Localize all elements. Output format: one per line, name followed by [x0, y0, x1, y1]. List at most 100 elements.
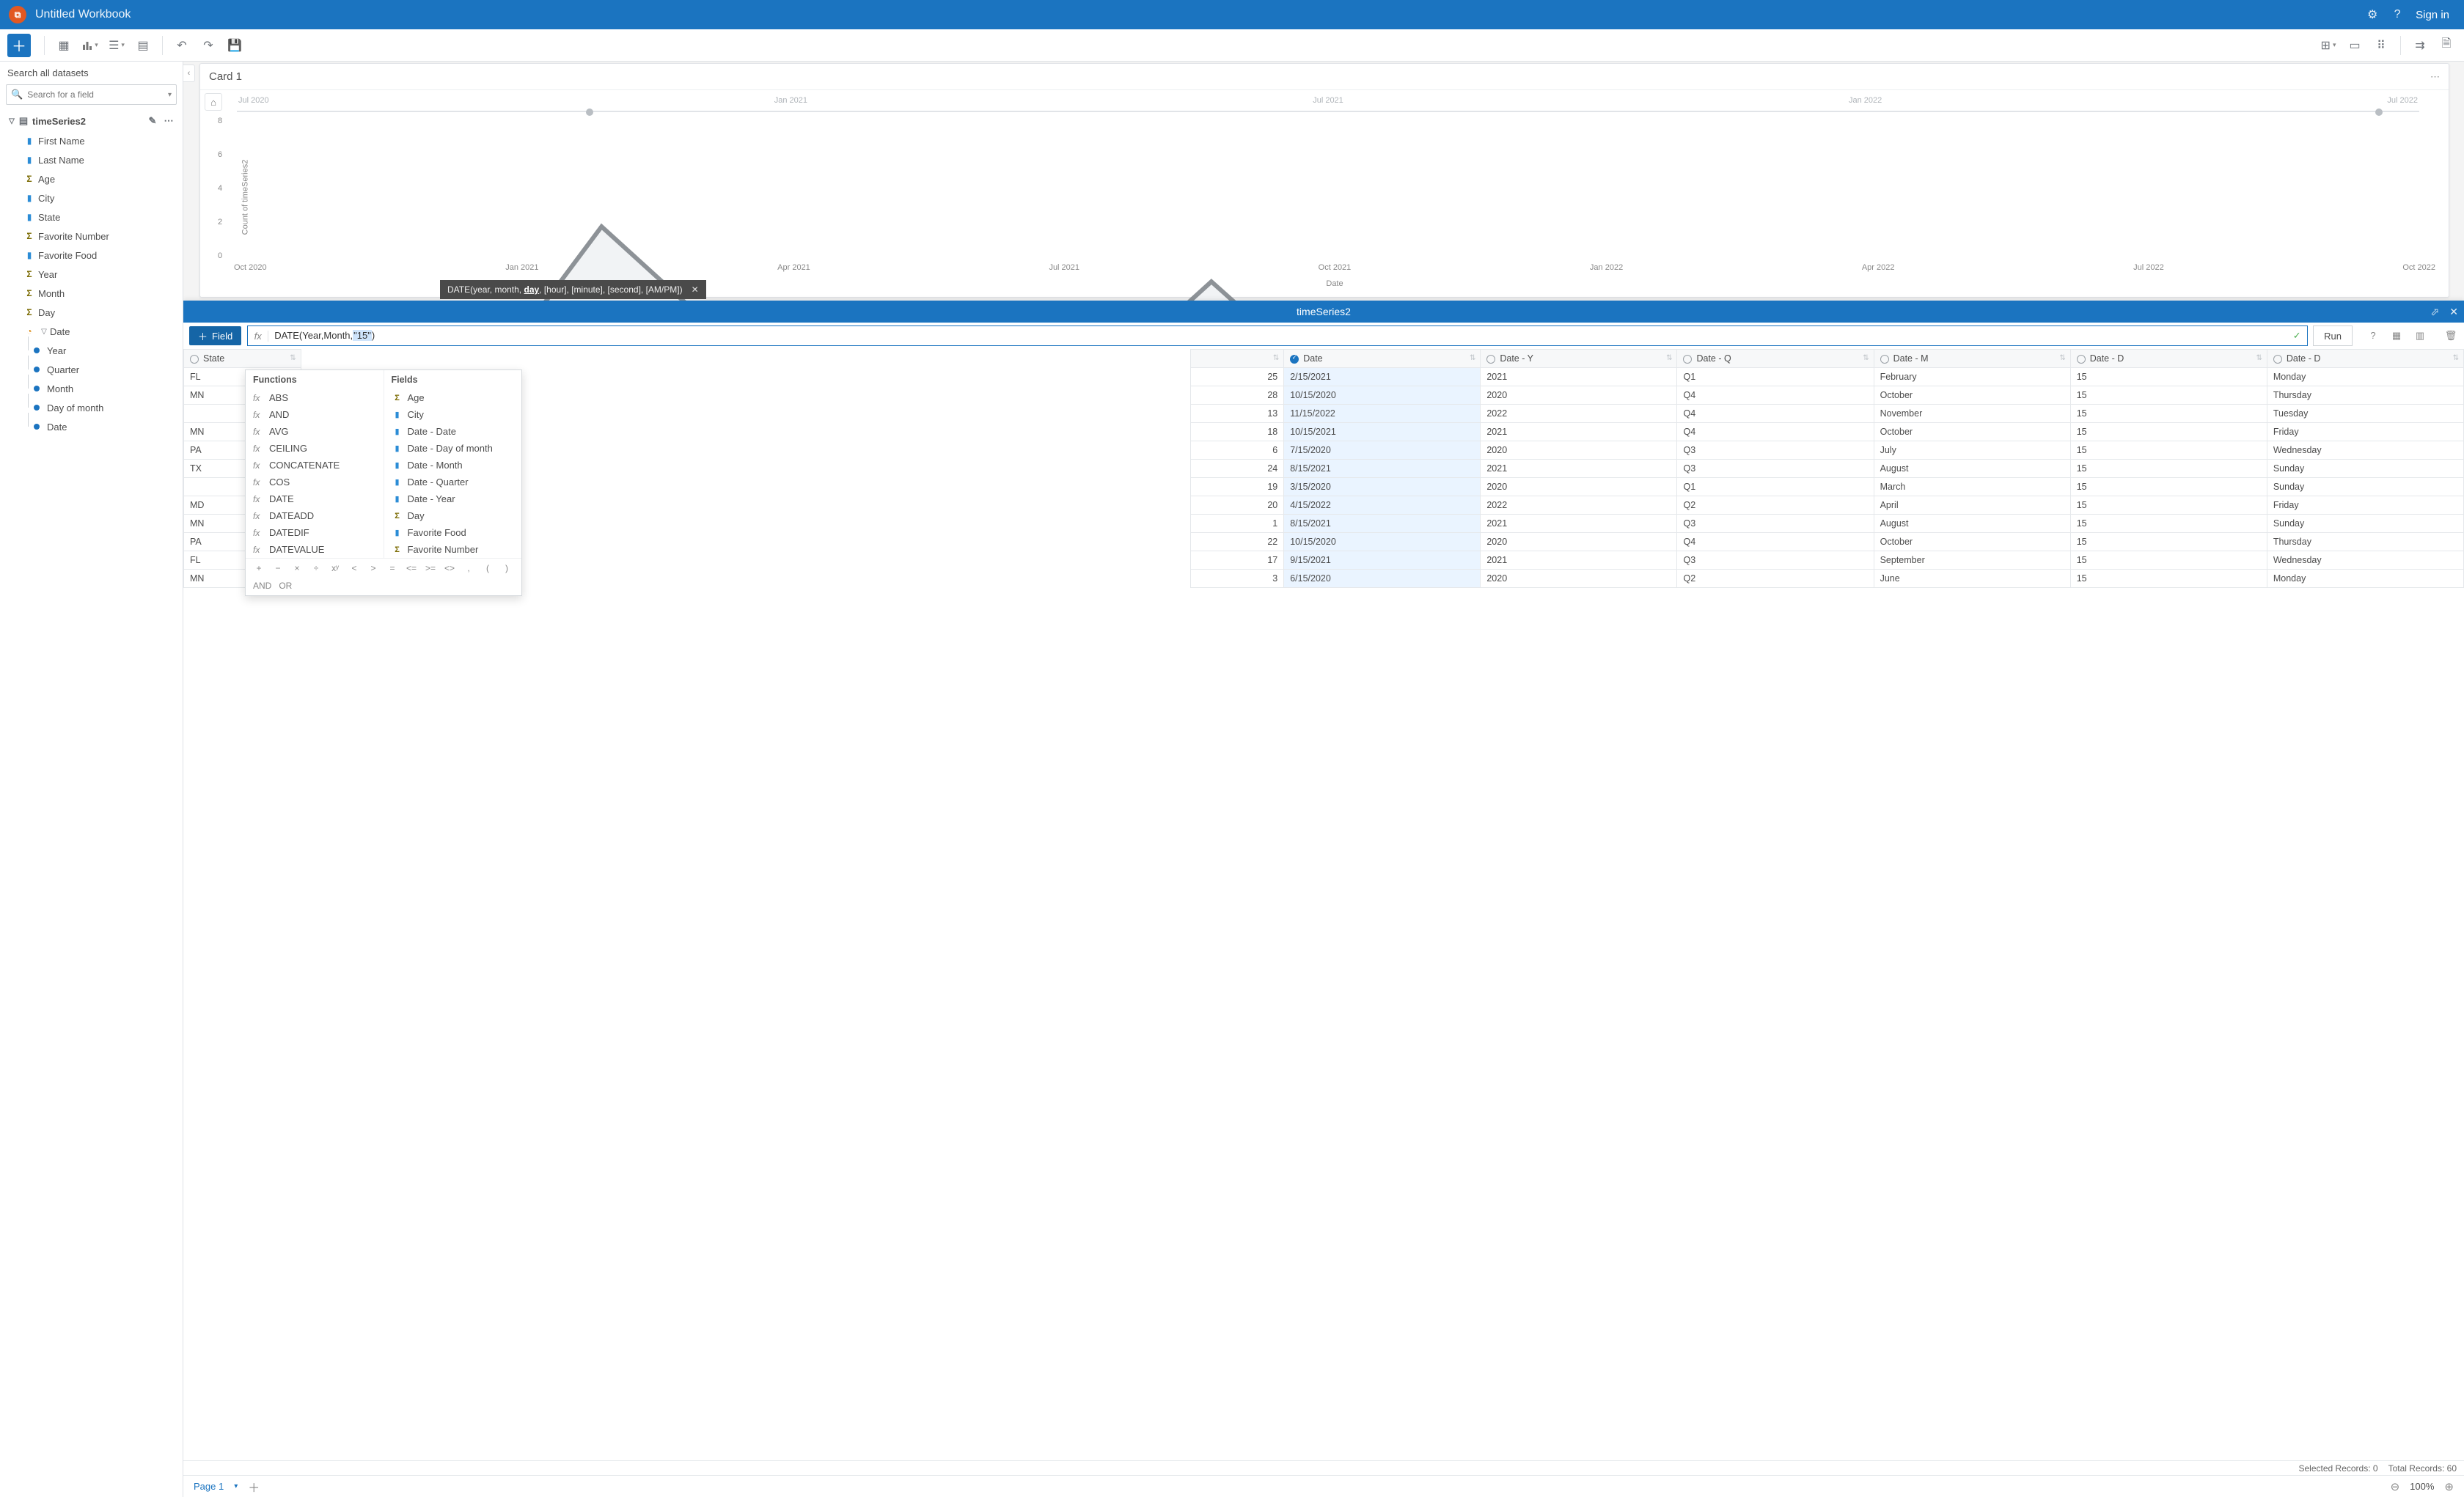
table-cell[interactable]: 10/15/2020 [1284, 533, 1481, 551]
table-cell[interactable]: Q4 [1677, 386, 1874, 405]
table-row[interactable]: MD204/15/20222022Q2April15Friday [184, 496, 2464, 515]
suggest-function[interactable]: fxDATEADD [246, 507, 384, 524]
operator-button[interactable]: ( [482, 563, 494, 573]
table-cell[interactable]: 3 [1190, 570, 1284, 588]
table-cell[interactable]: Q2 [1677, 496, 1874, 515]
sidebar-subfield[interactable]: Quarter [21, 360, 183, 379]
table-row[interactable]: MN2810/15/20202020Q4October15Thursday [184, 386, 2464, 405]
zoom-in-icon[interactable]: ⊕ [2444, 1480, 2454, 1493]
table-cell[interactable]: 15 [2070, 551, 2267, 570]
add-field-button[interactable]: ＋Field [189, 326, 241, 345]
table-cell[interactable]: 2021 [1481, 368, 1677, 386]
table-cell[interactable]: September [1874, 551, 2070, 570]
table-cell[interactable]: Q4 [1677, 423, 1874, 441]
zoom-out-icon[interactable]: ⊖ [2391, 1480, 2400, 1493]
tool-page-icon[interactable]: 🗎 [2433, 34, 2460, 57]
operator-button[interactable]: ÷ [310, 563, 322, 573]
suggest-field[interactable]: ▮City [384, 406, 522, 423]
table-cell[interactable]: 8/15/2021 [1284, 460, 1481, 478]
column-header[interactable]: Date⇅ [1284, 350, 1481, 368]
table-row[interactable]: MN36/15/20202020Q2June15Monday [184, 570, 2464, 588]
table-cell[interactable]: February [1874, 368, 2070, 386]
table-cell[interactable]: 15 [2070, 515, 2267, 533]
tool-layers-icon[interactable]: ▤ [130, 34, 156, 57]
table-row[interactable]: 193/15/20202020Q1March15Sunday [184, 478, 2464, 496]
sidebar-subfield[interactable]: Day of month [21, 398, 183, 417]
panel-view1-icon[interactable]: ▦ [2389, 330, 2404, 342]
column-header[interactable]: Date - M⇅ [1874, 350, 2070, 368]
operator-button[interactable]: − [272, 563, 284, 573]
table-cell[interactable]: 2021 [1481, 460, 1677, 478]
table-cell[interactable]: Sunday [2267, 460, 2463, 478]
sidebar-field[interactable]: ▮Favorite Food [21, 246, 183, 265]
table-cell[interactable]: Sunday [2267, 515, 2463, 533]
sidebar-field[interactable]: ΣAge [21, 169, 183, 188]
column-radio[interactable] [1290, 355, 1299, 364]
table-cell[interactable]: June [1874, 570, 2070, 588]
redo-icon[interactable]: ↷ [195, 34, 221, 57]
table-cell[interactable]: 9/15/2021 [1284, 551, 1481, 570]
panel-view2-icon[interactable]: ▥ [2413, 330, 2427, 342]
suggest-field[interactable]: ▮Date - Date [384, 423, 522, 440]
table-cell[interactable]: 18 [1190, 423, 1284, 441]
table-cell[interactable]: 10/15/2021 [1284, 423, 1481, 441]
table-cell[interactable]: Q3 [1677, 460, 1874, 478]
table-row[interactable]: MN1810/15/20212021Q4October15Friday [184, 423, 2464, 441]
suggest-field[interactable]: ▮Favorite Food [384, 524, 522, 541]
sort-icon[interactable]: ⇅ [2256, 354, 2262, 362]
formula-input[interactable]: DATE(Year,Month,"15") [268, 330, 2287, 342]
panel-close-icon[interactable]: ✕ [2449, 306, 2458, 318]
signin-link[interactable]: Sign in [2410, 9, 2455, 21]
table-cell[interactable]: October [1874, 533, 2070, 551]
sort-icon[interactable]: ⇅ [2059, 354, 2065, 362]
table-cell[interactable]: August [1874, 460, 2070, 478]
table-row[interactable]: MN18/15/20212021Q3August15Sunday [184, 515, 2464, 533]
table-cell[interactable]: 2021 [1481, 515, 1677, 533]
table-cell[interactable]: 2020 [1481, 478, 1677, 496]
tool-layout-icon[interactable]: ⊞ [2315, 34, 2342, 57]
formula-validate-icon[interactable]: ✓ [2287, 330, 2307, 342]
sidebar-field[interactable]: ▮First Name [21, 131, 183, 150]
sidebar-subfield[interactable]: Year [21, 341, 183, 360]
operator-button[interactable]: = [386, 563, 398, 573]
timeline-handle-left[interactable] [586, 108, 593, 116]
table-cell[interactable]: Q3 [1677, 515, 1874, 533]
suggest-function[interactable]: fxCEILING [246, 440, 384, 457]
table-cell[interactable]: 6/15/2020 [1284, 570, 1481, 588]
table-row[interactable]: 1311/15/20222022Q4November15Tuesday [184, 405, 2464, 423]
table-cell[interactable]: Q2 [1677, 570, 1874, 588]
table-cell[interactable]: Wednesday [2267, 441, 2463, 460]
table-cell[interactable]: 15 [2070, 478, 2267, 496]
sort-icon[interactable]: ⇅ [2453, 354, 2459, 362]
dataset-header[interactable]: ▽ ▤ timeSeries2 ✎ ⋯ [0, 111, 183, 131]
operator-button[interactable]: > [367, 563, 379, 573]
column-radio[interactable] [1880, 355, 1889, 364]
table-cell[interactable]: 2021 [1481, 423, 1677, 441]
table-cell[interactable]: October [1874, 386, 2070, 405]
sort-icon[interactable]: ⇅ [1666, 354, 1672, 362]
run-button[interactable]: Run [2313, 325, 2353, 346]
column-radio[interactable] [1683, 355, 1692, 364]
table-cell[interactable]: August [1874, 515, 2070, 533]
column-header[interactable]: Date - D⇅ [2070, 350, 2267, 368]
sidebar-field[interactable]: ▮State [21, 207, 183, 227]
table-cell[interactable]: 19 [1190, 478, 1284, 496]
table-row[interactable]: PA2210/15/20202020Q4October15Thursday [184, 533, 2464, 551]
table-cell[interactable]: 2022 [1481, 496, 1677, 515]
tool-chart-icon[interactable] [77, 34, 103, 57]
operator-button[interactable]: xʸ [329, 563, 341, 573]
table-cell[interactable]: 15 [2070, 386, 2267, 405]
suggest-function[interactable]: fxDATE [246, 490, 384, 507]
tool-table-icon[interactable]: ▦ [51, 34, 77, 57]
search-field-box[interactable]: 🔍 ▾ [6, 84, 177, 105]
column-header[interactable]: ⇅ [1190, 350, 1284, 368]
table-cell[interactable]: 17 [1190, 551, 1284, 570]
sort-icon[interactable]: ⇅ [290, 354, 296, 362]
column-header[interactable]: State⇅ [184, 350, 301, 368]
table-row[interactable]: FL252/15/20212021Q1February15Monday [184, 368, 2464, 386]
suggest-field[interactable]: ΣAge [384, 389, 522, 406]
card-home-icon[interactable]: ⌂ [205, 93, 222, 111]
table-cell[interactable]: 2/15/2021 [1284, 368, 1481, 386]
table-cell[interactable]: Sunday [2267, 478, 2463, 496]
suggest-function[interactable]: fxABS [246, 389, 384, 406]
